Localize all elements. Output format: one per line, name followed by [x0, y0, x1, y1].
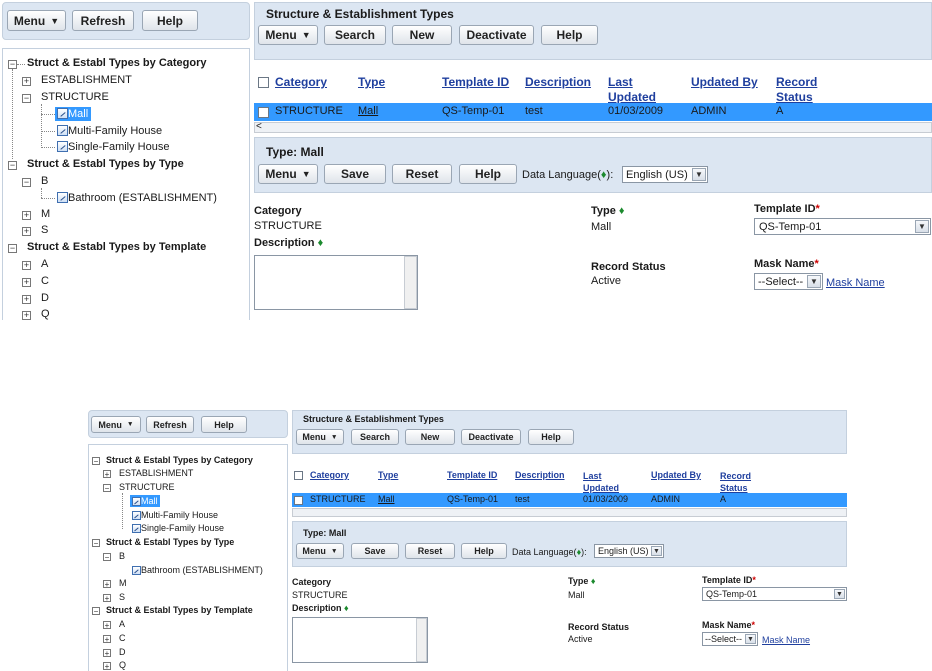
template-id-label: Template ID*	[702, 575, 756, 585]
tree-expander-establishment[interactable]: +	[103, 470, 111, 479]
tree-node-single-family-house[interactable]: Single-Family House	[141, 523, 224, 533]
detail-title: Type: Mall	[303, 528, 347, 538]
table-row[interactable]	[292, 493, 847, 507]
mask-name-link[interactable]: Mask Name	[762, 635, 810, 645]
tree-node-a[interactable]: A	[119, 619, 125, 629]
tree-header-template[interactable]: Struct & Establ Types by Template	[106, 605, 253, 615]
description-scrollbar[interactable]	[416, 618, 427, 662]
tree-node-q[interactable]: Q	[119, 660, 126, 670]
description-label: Description ♦	[292, 603, 349, 613]
description-textarea[interactable]	[292, 617, 428, 663]
column-header-category[interactable]: Category	[310, 470, 349, 480]
menu-button[interactable]: Menu ▼	[91, 416, 141, 433]
cell-type-link[interactable]: Mall	[378, 494, 395, 504]
tree-node-structure[interactable]: STRUCTURE	[119, 482, 175, 492]
edit-icon	[132, 497, 141, 506]
column-header-record-status[interactable]: Record Status	[720, 470, 751, 494]
column-header-template-id[interactable]: Template ID	[447, 470, 497, 480]
data-language-label: Data Language(♦):	[512, 547, 587, 557]
help-button[interactable]: Help	[201, 416, 247, 433]
deactivate-button[interactable]: Deactivate	[461, 429, 521, 445]
tree-connector	[122, 493, 123, 529]
type-label: Type ♦	[568, 576, 596, 586]
tree-node-s[interactable]: S	[119, 592, 125, 602]
category-value: STRUCTURE	[292, 590, 348, 600]
tree-header-type[interactable]: Struct & Establ Types by Type	[106, 537, 234, 547]
tree-panel	[88, 444, 288, 671]
tree-header-category[interactable]: Struct & Establ Types by Category	[106, 455, 253, 465]
cell-description: test	[515, 494, 530, 504]
save-button[interactable]: Save	[351, 543, 399, 559]
tree-expander-m[interactable]: +	[103, 580, 111, 589]
detail-help-button[interactable]: Help	[461, 543, 507, 559]
edit-icon	[132, 511, 141, 520]
tree-expander-b[interactable]: −	[103, 553, 111, 562]
mask-name-select[interactable]: --Select-- ▼	[702, 632, 758, 646]
refresh-button[interactable]: Refresh	[146, 416, 194, 433]
main-help-button[interactable]: Help	[528, 429, 574, 445]
detail-menu-button[interactable]: Menu ▼	[296, 543, 344, 559]
cell-last-updated: 01/03/2009	[583, 494, 629, 504]
column-header-type[interactable]: Type	[378, 470, 398, 480]
column-header-last-updated[interactable]: Last Updated	[583, 470, 619, 494]
search-button[interactable]: Search	[351, 429, 399, 445]
mask-name-label: Mask Name*	[702, 620, 756, 630]
tree-node-multi-family-house[interactable]: Multi-Family House	[141, 510, 218, 520]
row-checkbox[interactable]	[294, 496, 303, 505]
column-header-description[interactable]: Description	[515, 470, 565, 480]
tree-node-m[interactable]: M	[119, 578, 127, 588]
tree-node-establishment[interactable]: ESTABLISHMENT	[119, 468, 193, 478]
template-id-select[interactable]: QS-Temp-01 ▼	[702, 587, 847, 601]
tree-expander-s[interactable]: +	[103, 594, 111, 603]
column-header-updated-by[interactable]: Updated By	[651, 470, 701, 480]
tree-expander-c[interactable]: +	[103, 635, 111, 644]
cell-category: STRUCTURE	[310, 494, 366, 504]
main-menu-button[interactable]: Menu ▼	[296, 429, 344, 445]
reset-button[interactable]: Reset	[405, 543, 455, 559]
screen-small: Menu ▼ Refresh Help − Struct & Establ Typ…	[0, 0, 932, 671]
page-title: Structure & Establishment Types	[303, 414, 444, 424]
tree-expander-a[interactable]: +	[103, 621, 111, 630]
tree-node-bathroom[interactable]: Bathroom (ESTABLISHMENT)	[141, 565, 263, 575]
edit-icon	[132, 566, 141, 575]
horizontal-scrollbar[interactable]	[292, 508, 847, 517]
data-language-select[interactable]: English (US) ▼	[594, 544, 664, 558]
edit-icon	[132, 524, 141, 533]
tree-expander-template[interactable]: −	[92, 607, 100, 616]
new-button[interactable]: New	[405, 429, 455, 445]
cell-record-status: A	[720, 494, 727, 504]
tree-expander-structure[interactable]: −	[103, 484, 111, 493]
type-value: Mall	[568, 590, 585, 600]
tree-expander-category[interactable]: −	[92, 457, 100, 466]
cell-template-id: QS-Temp-01	[447, 494, 499, 504]
record-status-value: Active	[568, 634, 593, 644]
tree-expander-q[interactable]: +	[103, 662, 111, 671]
select-all-checkbox[interactable]	[294, 471, 303, 480]
tree-node-c[interactable]: C	[119, 633, 126, 643]
tree-node-mall[interactable]: Mall	[141, 496, 158, 506]
record-status-label: Record Status	[568, 622, 630, 632]
tree-expander-type[interactable]: −	[92, 539, 100, 548]
category-label: Category	[292, 577, 332, 587]
tree-expander-d[interactable]: +	[103, 649, 111, 658]
tree-node-d[interactable]: D	[119, 647, 126, 657]
cell-updated-by: ADMIN	[651, 494, 680, 504]
tree-node-b[interactable]: B	[119, 551, 125, 561]
